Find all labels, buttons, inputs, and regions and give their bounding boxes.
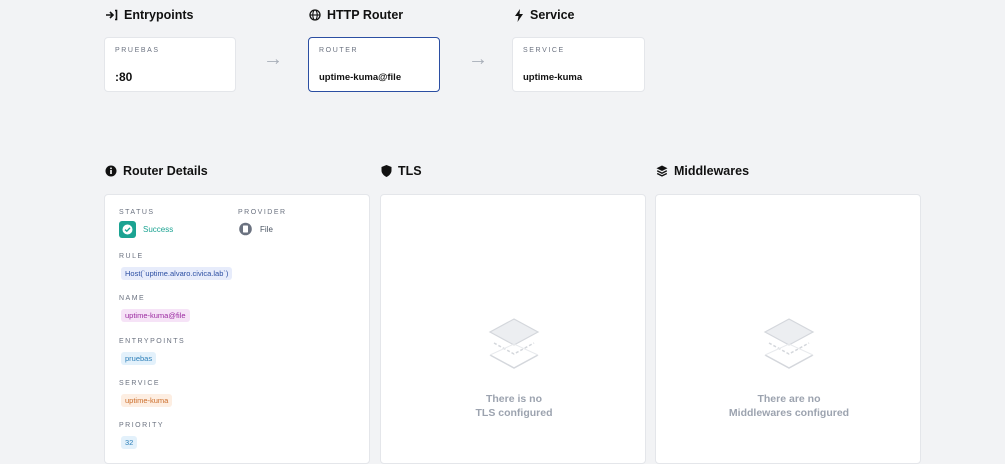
entrypoint-card[interactable]: PRUEBAS :80 — [104, 37, 236, 92]
router-details-heading: Router Details — [105, 164, 208, 178]
router-heading: HTTP Router — [309, 8, 403, 22]
priority-label: PRIORITY — [119, 422, 165, 429]
status-label: STATUS — [119, 209, 155, 216]
provider-value: File — [260, 224, 273, 234]
middlewares-card: There are no Middlewares configured — [655, 194, 921, 464]
tls-empty-message: There is no TLS configured — [381, 392, 647, 420]
middlewares-heading: Middlewares — [656, 164, 749, 178]
rule-chip: Host(`uptime.alvaro.civica.lab`) — [121, 267, 233, 280]
globe-icon — [309, 9, 321, 21]
entrypoints-heading: Entrypoints — [105, 8, 193, 22]
flow-arrow-icon: → — [468, 48, 488, 70]
router-value: uptime-kuma@file — [319, 72, 402, 83]
name-label: NAME — [119, 295, 146, 302]
arrow-into-bracket-icon — [106, 9, 118, 21]
middlewares-empty-line1: There are no — [757, 393, 821, 405]
status-value: Success — [143, 225, 174, 234]
service-title: Service — [530, 8, 575, 22]
service-chip: uptime-kuma — [121, 394, 173, 407]
entrypoint-kicker: PRUEBAS — [115, 47, 160, 54]
shield-icon — [381, 165, 392, 177]
info-icon — [105, 165, 117, 177]
empty-layers-icon — [488, 318, 540, 369]
check-circle-icon — [122, 224, 133, 235]
entrypoint-value: :80 — [115, 70, 133, 84]
lightning-icon — [515, 8, 523, 22]
tls-empty-line2: TLS configured — [475, 407, 553, 419]
provider: File — [239, 222, 273, 236]
router-kicker: ROUTER — [319, 47, 359, 54]
service-card[interactable]: SERVICE uptime-kuma — [512, 37, 645, 92]
empty-layers-icon — [763, 318, 815, 369]
service-heading: Service — [514, 8, 574, 22]
flow-arrow-icon: → — [263, 48, 283, 70]
service-value: uptime-kuma — [523, 72, 583, 83]
tls-empty-line1: There is no — [485, 393, 542, 405]
tls-card: There is no TLS configured — [380, 194, 646, 464]
rule-label: RULE — [119, 253, 144, 260]
service-label: SERVICE — [119, 380, 161, 387]
entrypoints-label: ENTRYPOINTS — [119, 338, 186, 345]
router-details-title: Router Details — [123, 164, 208, 178]
tls-title: TLS — [398, 164, 422, 178]
success-badge — [119, 221, 136, 238]
tls-heading: TLS — [381, 164, 422, 178]
middlewares-title: Middlewares — [674, 164, 750, 178]
middlewares-empty-line2: Middlewares configured — [728, 407, 850, 419]
router-card[interactable]: ROUTER uptime-kuma@file — [308, 37, 440, 92]
layers-icon — [656, 165, 668, 177]
router-title: HTTP Router — [327, 8, 404, 22]
service-kicker: SERVICE — [523, 47, 565, 54]
provider-label: PROVIDER — [238, 209, 287, 216]
middlewares-empty-message: There are no Middlewares configured — [656, 392, 922, 420]
name-chip: uptime-kuma@file — [121, 309, 190, 322]
router-details-card: STATUS Success PROVIDER File RULE Host(`… — [104, 194, 370, 464]
entrypoints-title: Entrypoints — [124, 8, 194, 22]
priority-chip: 32 — [121, 436, 138, 449]
entrypoints-chip: pruebas — [121, 352, 157, 365]
status-badge: Success — [119, 221, 173, 238]
file-icon — [239, 222, 252, 236]
